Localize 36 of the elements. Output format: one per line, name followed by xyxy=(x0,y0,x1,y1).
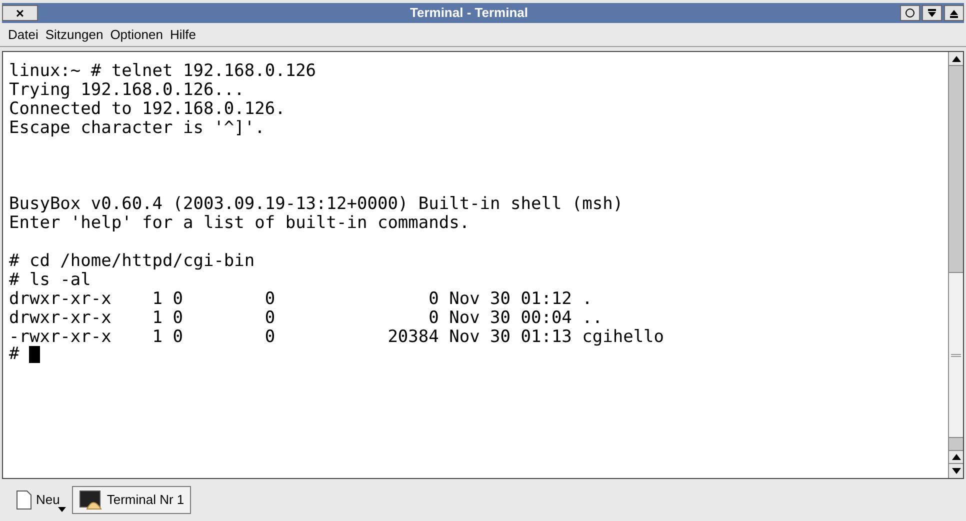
terminal-line: Trying 192.168.0.126... xyxy=(9,80,244,100)
terminal-line: Enter 'help' for a list of built-in commands. xyxy=(9,213,470,233)
close-button[interactable]: × xyxy=(2,5,38,21)
triangle-down-icon xyxy=(927,8,937,18)
menu-item[interactable]: Datei xyxy=(8,24,38,44)
terminal-line: # cd /home/httpd/cgi-bin xyxy=(9,251,255,271)
minimize-button[interactable] xyxy=(922,5,942,21)
cursor xyxy=(29,346,40,363)
terminal-line: Connected to 192.168.0.126. xyxy=(9,99,286,119)
terminal-line: drwxr-xr-x 1 0 0 0 Nov 30 01:12 . xyxy=(9,289,592,309)
scroll-thumb[interactable] xyxy=(949,272,963,438)
window-title: Terminal - Terminal xyxy=(410,4,528,22)
terminal-line: drwxr-xr-x 1 0 0 0 Nov 30 00:04 .. xyxy=(9,308,603,328)
menu-item[interactable]: Hilfe xyxy=(170,24,196,44)
session-tab[interactable]: Terminal Nr 1 xyxy=(72,486,192,514)
scrollbar[interactable] xyxy=(948,52,963,478)
menu-item[interactable]: Sitzungen xyxy=(45,24,104,44)
terminal-line: BusyBox v0.60.4 (2003.09.19-13:12+0000) Built-in shell (msh) xyxy=(9,194,624,214)
terminal-line: Escape character is '^]'. xyxy=(9,118,265,138)
terminal-line: linux:~ # telnet 192.168.0.126 xyxy=(9,61,316,81)
terminal-line: # ls -al xyxy=(9,270,91,290)
shade-button[interactable] xyxy=(900,5,920,21)
scroll-track xyxy=(949,438,963,450)
maximize-button[interactable] xyxy=(944,5,964,21)
scroll-down-icon[interactable] xyxy=(949,464,963,478)
scroll-up-icon[interactable] xyxy=(949,450,963,464)
terminal-shell-icon xyxy=(78,490,103,510)
scroll-up-icon[interactable] xyxy=(949,52,963,66)
caret-icon xyxy=(58,507,66,512)
terminal-line: # xyxy=(9,345,20,364)
triangle-up-icon xyxy=(949,8,959,18)
menu-item[interactable]: Optionen xyxy=(110,24,163,44)
circle-icon xyxy=(905,8,915,18)
terminal-line: -rwxr-xr-x 1 0 0 20384 Nov 30 01:13 cgihello xyxy=(9,327,664,347)
document-icon xyxy=(16,490,32,510)
new-session-button[interactable]: Neu xyxy=(10,485,66,515)
